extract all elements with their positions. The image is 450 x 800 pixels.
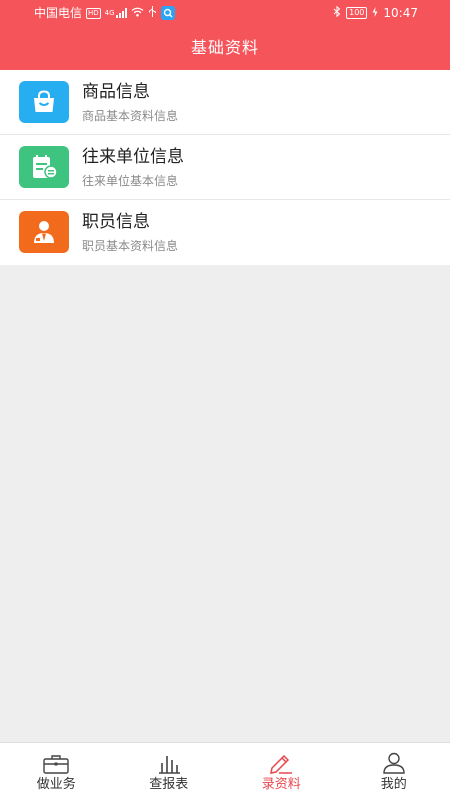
status-bar: 中国电信 HD 4G 100 10:47 — [0, 0, 450, 26]
tab-records[interactable]: 录资料 — [225, 743, 338, 800]
tab-label: 我的 — [380, 777, 407, 792]
clock-label: 10:47 — [383, 6, 418, 20]
menu-item-partners[interactable]: 往来单位信息 往来单位基本信息 — [0, 135, 450, 200]
briefcase-icon — [43, 752, 69, 774]
network-type-label: 4G — [104, 9, 115, 17]
bar-chart-icon — [156, 752, 182, 774]
bottom-tab-bar: 做业务 查报表 录资料 我的 — [0, 742, 450, 800]
tab-label: 查报表 — [149, 777, 189, 792]
tab-reports[interactable]: 查报表 — [113, 743, 226, 800]
menu-list: 商品信息 商品基本资料信息 往来单位信息 往来单位基本信息 职员信息 职员基本资… — [0, 70, 450, 265]
signal-icon — [115, 8, 127, 18]
app-header: 中国电信 HD 4G 100 10:47 基础资料 — [0, 0, 450, 70]
menu-item-title: 往来单位信息 — [82, 147, 184, 167]
carrier-label: 中国电信 — [34, 6, 83, 20]
wifi-icon — [131, 0, 144, 26]
tab-mine[interactable]: 我的 — [338, 743, 450, 800]
menu-item-goods[interactable]: 商品信息 商品基本资料信息 — [0, 70, 450, 135]
notification-app-icon — [160, 6, 175, 20]
page-title: 基础资料 — [190, 38, 259, 57]
tab-business[interactable]: 做业务 — [0, 743, 113, 800]
menu-item-title: 职员信息 — [82, 212, 150, 232]
battery-icon: 100 — [346, 7, 368, 19]
menu-item-subtitle: 商品基本资料信息 — [82, 109, 179, 123]
tab-label: 做业务 — [36, 777, 76, 792]
menu-item-subtitle: 职员基本资料信息 — [82, 239, 179, 253]
menu-item-subtitle: 往来单位基本信息 — [82, 174, 179, 188]
charging-icon — [372, 0, 378, 26]
pen-icon — [268, 752, 294, 774]
bluetooth-icon — [333, 0, 341, 26]
hd-badge: HD — [86, 7, 101, 19]
usb-icon — [148, 0, 157, 26]
staff-person-icon — [19, 211, 69, 253]
clipboard-icon — [19, 146, 69, 188]
menu-item-title: 商品信息 — [82, 82, 150, 102]
shopping-bag-icon — [19, 81, 69, 123]
user-icon — [382, 752, 406, 774]
tab-label: 录资料 — [261, 777, 301, 792]
menu-item-staff[interactable]: 职员信息 职员基本资料信息 — [0, 200, 450, 265]
